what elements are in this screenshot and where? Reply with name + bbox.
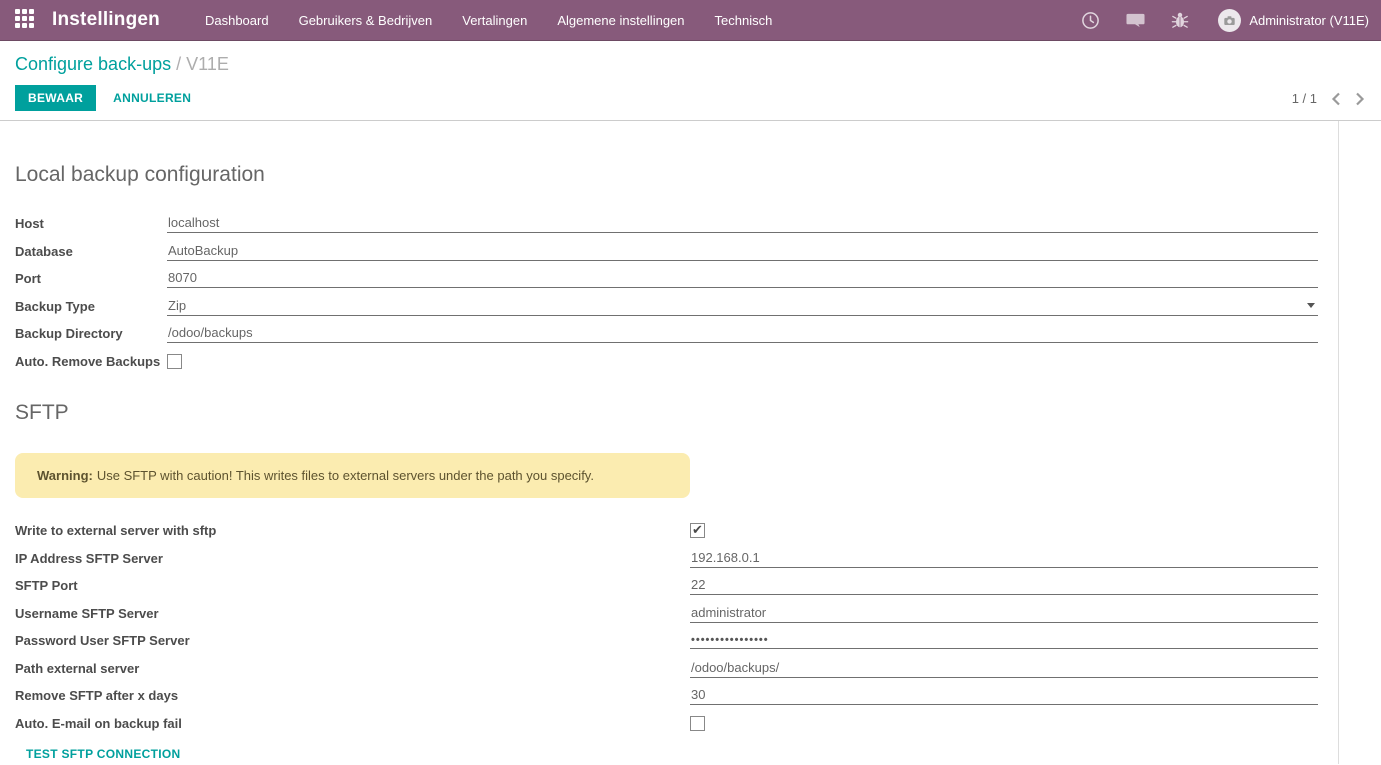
field-row-backup-type: Backup Type: [15, 293, 1318, 321]
section-title-sftp: SFTP: [15, 375, 1318, 425]
control-panel: Configure back-ups / V11E BEWAAR ANNULER…: [0, 41, 1381, 121]
email-fail-label: Auto. E-mail on backup fail: [15, 716, 690, 731]
host-input[interactable]: [167, 214, 1318, 233]
nav-item-translations[interactable]: Vertalingen: [447, 0, 542, 41]
field-row-password: Password User SFTP Server: [15, 627, 1318, 655]
form-sheet: Local backup configuration Host Database…: [0, 121, 1339, 764]
field-row-port: Port: [15, 265, 1318, 293]
field-row-database: Database: [15, 238, 1318, 266]
pager-value: 1 / 1: [1292, 91, 1317, 106]
nav-item-general-settings[interactable]: Algemene instellingen: [542, 0, 699, 41]
warning-prefix: Warning:: [37, 468, 93, 483]
database-label: Database: [15, 244, 167, 259]
remove-days-input[interactable]: [690, 686, 1318, 705]
ip-address-label: IP Address SFTP Server: [15, 551, 690, 566]
app-title[interactable]: Instellingen: [52, 9, 160, 31]
password-label: Password User SFTP Server: [15, 633, 690, 648]
sftp-port-label: SFTP Port: [15, 578, 690, 593]
avatar: [1218, 9, 1241, 32]
user-name: Administrator (V11E): [1249, 13, 1369, 28]
user-menu[interactable]: Administrator (V11E): [1218, 9, 1369, 32]
pager-next-icon[interactable]: [1355, 92, 1365, 106]
breadcrumb-separator: /: [176, 54, 181, 74]
breadcrumb-current: V11E: [186, 54, 229, 74]
port-label: Port: [15, 271, 167, 286]
top-menu: Dashboard Gebruikers & Bedrijven Vertali…: [190, 0, 787, 41]
field-row-username: Username SFTP Server: [15, 600, 1318, 628]
nav-item-technical[interactable]: Technisch: [700, 0, 788, 41]
warning-text: Use SFTP with caution! This writes files…: [97, 468, 594, 483]
email-fail-checkbox[interactable]: [690, 716, 705, 731]
backup-type-select[interactable]: [167, 297, 1318, 316]
path-label: Path external server: [15, 661, 690, 676]
sftp-port-input[interactable]: [690, 576, 1318, 595]
cancel-button[interactable]: ANNULEREN: [100, 85, 204, 111]
backup-directory-label: Backup Directory: [15, 326, 167, 341]
field-row-ip-address: IP Address SFTP Server: [15, 545, 1318, 573]
database-input[interactable]: [167, 242, 1318, 261]
sftp-fields: Write to external server with sftp IP Ad…: [15, 517, 1318, 737]
ip-address-input[interactable]: [690, 549, 1318, 568]
path-input[interactable]: [690, 659, 1318, 678]
remove-days-label: Remove SFTP after x days: [15, 688, 690, 703]
sftp-warning-alert: Warning: Use SFTP with caution! This wri…: [15, 453, 690, 498]
username-label: Username SFTP Server: [15, 606, 690, 621]
pager-previous-icon[interactable]: [1331, 92, 1341, 106]
apps-grid-icon[interactable]: [15, 9, 37, 31]
field-row-sftp-port: SFTP Port: [15, 572, 1318, 600]
field-row-backup-directory: Backup Directory: [15, 320, 1318, 348]
nav-item-dashboard[interactable]: Dashboard: [190, 0, 284, 41]
port-input[interactable]: [167, 269, 1318, 288]
nav-item-users-companies[interactable]: Gebruikers & Bedrijven: [284, 0, 448, 41]
host-label: Host: [15, 216, 167, 231]
breadcrumb: Configure back-ups / V11E: [0, 41, 1381, 75]
backup-type-label: Backup Type: [15, 299, 167, 314]
local-backup-fields: Host Database Port Backup Type Backup Di…: [15, 210, 1318, 375]
field-row-email-fail: Auto. E-mail on backup fail: [15, 710, 1318, 738]
pager: 1 / 1: [1292, 91, 1365, 106]
field-row-write-sftp: Write to external server with sftp: [15, 517, 1318, 545]
test-sftp-connection-button[interactable]: TEST SFTP CONNECTION: [26, 747, 180, 761]
field-row-auto-remove: Auto. Remove Backups: [15, 348, 1318, 376]
breadcrumb-parent-link[interactable]: Configure back-ups: [15, 54, 171, 74]
password-input[interactable]: [690, 633, 1318, 649]
auto-remove-checkbox[interactable]: [167, 354, 182, 369]
write-sftp-checkbox[interactable]: [690, 523, 705, 538]
save-button[interactable]: BEWAAR: [15, 85, 96, 111]
auto-remove-label: Auto. Remove Backups: [15, 354, 167, 369]
top-navbar: Instellingen Dashboard Gebruikers & Bedr…: [0, 0, 1381, 41]
username-input[interactable]: [690, 604, 1318, 623]
activities-clock-icon[interactable]: [1081, 11, 1100, 30]
write-sftp-label: Write to external server with sftp: [15, 523, 690, 538]
backup-directory-input[interactable]: [167, 324, 1318, 343]
field-row-path: Path external server: [15, 655, 1318, 683]
field-row-remove-days: Remove SFTP after x days: [15, 682, 1318, 710]
section-title-local-backup: Local backup configuration: [15, 121, 1318, 187]
messages-chat-icon[interactable]: [1126, 11, 1145, 30]
field-row-host: Host: [15, 210, 1318, 238]
bug-icon[interactable]: [1171, 11, 1190, 30]
